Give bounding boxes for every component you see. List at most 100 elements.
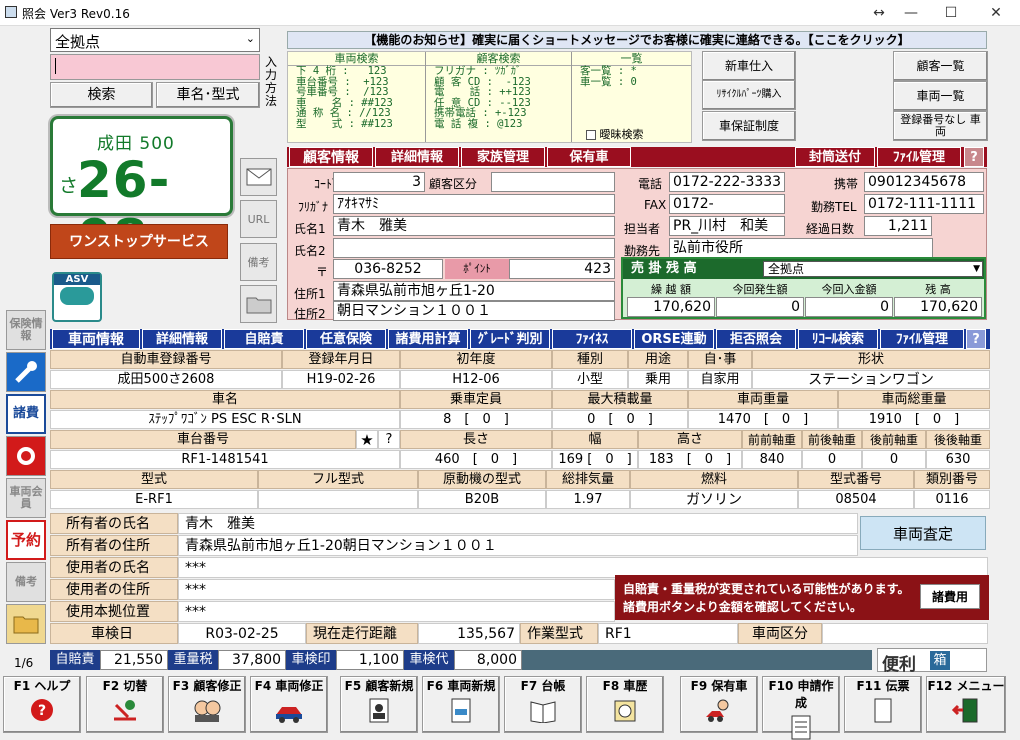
tel-field[interactable]: 0172-222-3333 — [669, 172, 785, 192]
help-button[interactable]: ? — [964, 147, 984, 167]
model-number-value[interactable]: 08504 — [798, 490, 914, 509]
tab-refuse[interactable]: 拒否照会 — [716, 329, 796, 349]
tab-envelope[interactable]: 封筒送付 — [795, 147, 875, 167]
length-value[interactable]: 460 [ 0 ] — [400, 450, 552, 469]
maximize-button[interactable]: ☐ — [940, 3, 962, 23]
tab-detail[interactable]: 詳細情報 — [375, 147, 459, 167]
full-model-value[interactable] — [258, 490, 418, 509]
fax-field[interactable]: 0172- — [669, 194, 785, 214]
fire-icon[interactable] — [6, 436, 46, 476]
staff-field[interactable]: PR_川村 和美 — [669, 216, 785, 236]
name1-field[interactable]: 青木 雅美 — [333, 216, 615, 236]
f7-ledger-button[interactable]: F7 台帳 — [504, 676, 582, 733]
private-business-value[interactable]: 自家用 — [688, 370, 752, 389]
minimize-button[interactable]: — — [900, 3, 922, 23]
benri-box-logo[interactable]: 便利 箱 — [877, 648, 987, 675]
height-value[interactable]: 183 [ 0 ] — [638, 450, 742, 469]
rr-axle-value[interactable]: 630 — [926, 450, 990, 469]
tab-family[interactable]: 家族管理 — [461, 147, 545, 167]
mail-icon[interactable] — [240, 158, 277, 196]
tab-vehicle-files[interactable]: ﾌｧｲﾙ管理 — [880, 329, 964, 349]
f1-help-button[interactable]: F1 ヘルプ? — [3, 676, 81, 733]
fees-icon[interactable]: 諸費 — [6, 394, 46, 434]
vehicle-help-button[interactable]: ? — [966, 329, 986, 349]
recycle-parts-button[interactable]: ﾘｻｲｸﾙﾊﾟｰﾂ購入 — [702, 80, 796, 110]
rf-axle-value[interactable]: 0 — [862, 450, 926, 469]
work-field[interactable]: 弘前市役所 — [669, 238, 933, 258]
search-button[interactable]: 検索 — [50, 82, 153, 108]
kubun-field[interactable] — [491, 172, 615, 192]
f10-application-button[interactable]: F10 申請作成 — [762, 676, 840, 740]
tab-vehicle-info[interactable]: 車両情報 — [52, 329, 140, 349]
asv-icon[interactable]: ASV — [52, 272, 102, 322]
insurance-info-icon[interactable]: 保険情報 — [6, 310, 46, 350]
vehicle-list-button[interactable]: 車両一覧 — [893, 81, 988, 111]
f11-slip-button[interactable]: F11 伝票 — [844, 676, 922, 733]
model-search-button[interactable]: 車名･型式 — [156, 82, 260, 108]
tab-orse[interactable]: ORSE連動 — [634, 329, 714, 349]
appraise-button[interactable]: 車両査定 — [860, 516, 986, 550]
tab-recall[interactable]: ﾘｺｰﾙ検索 — [798, 329, 878, 349]
fr-axle-value[interactable]: 0 — [802, 450, 862, 469]
owner-name-value[interactable]: 青木 雅美 — [178, 513, 858, 534]
f5-customer-new-button[interactable]: F5 顧客新規 — [340, 676, 418, 733]
tab-fee-calc[interactable]: 諸費用計算 — [388, 329, 468, 349]
question-icon[interactable]: ? — [378, 430, 400, 449]
ff-axle-value[interactable]: 840 — [742, 450, 802, 469]
vehicle-member-icon[interactable]: 車両会員 — [6, 478, 46, 518]
mobile-field[interactable]: 09012345678 — [864, 172, 984, 192]
folder-icon[interactable] — [240, 285, 277, 323]
reg-date-value[interactable]: H19-02-26 — [282, 370, 400, 389]
f6-vehicle-new-button[interactable]: F6 車両新規 — [422, 676, 500, 733]
tab-file-manage[interactable]: ﾌｧｲﾙ管理 — [877, 147, 961, 167]
fuel-value[interactable]: ガソリン — [630, 490, 798, 509]
resize-icon[interactable]: ↔ — [868, 3, 890, 23]
work-type-value[interactable]: RF1 — [598, 623, 738, 644]
vehicle-kubun-value[interactable] — [822, 623, 988, 644]
customer-list-button[interactable]: 顧客一覧 — [893, 51, 988, 81]
tab-vehicle-detail[interactable]: 詳細情報 — [142, 329, 222, 349]
tab-customer-info[interactable]: 顧客情報 — [289, 147, 373, 167]
tab-grade[interactable]: ｸﾞﾚｰﾄﾞ判別 — [470, 329, 550, 349]
f9-owned-cars-button[interactable]: F9 保有車 — [680, 676, 758, 733]
onestop-service-button[interactable]: ワンストップサービス — [50, 224, 228, 259]
reg-number-value[interactable]: 成田500さ2608 — [50, 370, 282, 389]
name2-field[interactable] — [333, 238, 615, 258]
input-method-label[interactable]: 入力方法 — [265, 56, 279, 108]
location-select[interactable]: 全拠点 ⌄ — [50, 28, 260, 52]
tab-compulsory-insurance[interactable]: 自賠責 — [224, 329, 304, 349]
memo-icon[interactable]: 備考 — [240, 243, 277, 281]
first-year-value[interactable]: H12-06 — [400, 370, 552, 389]
close-button[interactable]: ✕ — [985, 3, 1007, 23]
addr1-field[interactable]: 青森県弘前市旭ヶ丘1-20 — [333, 281, 615, 301]
usage-value[interactable]: 乗用 — [628, 370, 688, 389]
wrench-icon[interactable] — [6, 352, 46, 392]
width-value[interactable]: 169 [ 0 ] — [552, 450, 638, 469]
user-address-value[interactable]: *** — [178, 579, 615, 600]
mileage-value[interactable]: 135,567 — [418, 623, 520, 644]
shape-value[interactable]: ステーションワゴン — [752, 370, 990, 389]
receivable-location-select[interactable]: 全拠点 ▼ — [763, 261, 983, 277]
addr2-field[interactable]: 朝日マンション１００１ — [333, 301, 615, 321]
warranty-button[interactable]: 車保証制度 — [702, 111, 796, 141]
f8-history-button[interactable]: F8 車歴 — [586, 676, 664, 733]
zip-field[interactable]: 036-8252 — [333, 259, 443, 279]
fuzzy-search-checkbox[interactable]: 曖昧検索 — [586, 126, 644, 142]
f3-customer-edit-button[interactable]: F3 顧客修正 — [168, 676, 246, 733]
type-value[interactable]: 小型 — [552, 370, 628, 389]
car-name-value[interactable]: ｽﾃｯﾌﾟﾜｺﾞﾝ PS ESC R･SLN — [50, 410, 400, 429]
capacity-value[interactable]: 8 [ 0 ] — [400, 410, 552, 429]
tab-voluntary-insurance[interactable]: 任意保険 — [306, 329, 386, 349]
model-value[interactable]: E-RF1 — [50, 490, 258, 509]
reservation-icon[interactable]: 予約 — [6, 520, 46, 560]
notice-banner[interactable]: 【機能のお知らせ】確実に届くショートメッセージでお客様に確実に連絡できる。【ここ… — [287, 31, 987, 49]
worktel-field[interactable]: 0172-111-1111 — [864, 194, 984, 214]
shaken-date-value[interactable]: R03-02-25 — [178, 623, 306, 644]
remarks-icon[interactable]: 備考 — [6, 562, 46, 602]
code-field[interactable]: 3 — [333, 172, 425, 192]
search-input[interactable] — [50, 54, 260, 80]
base-location-value[interactable]: *** — [178, 601, 615, 622]
tab-finess[interactable]: ﾌｧｲﾈｽ — [552, 329, 632, 349]
tab-owned-cars[interactable]: 保有車 — [547, 147, 631, 167]
fees-button[interactable]: 諸費用 — [920, 584, 980, 609]
